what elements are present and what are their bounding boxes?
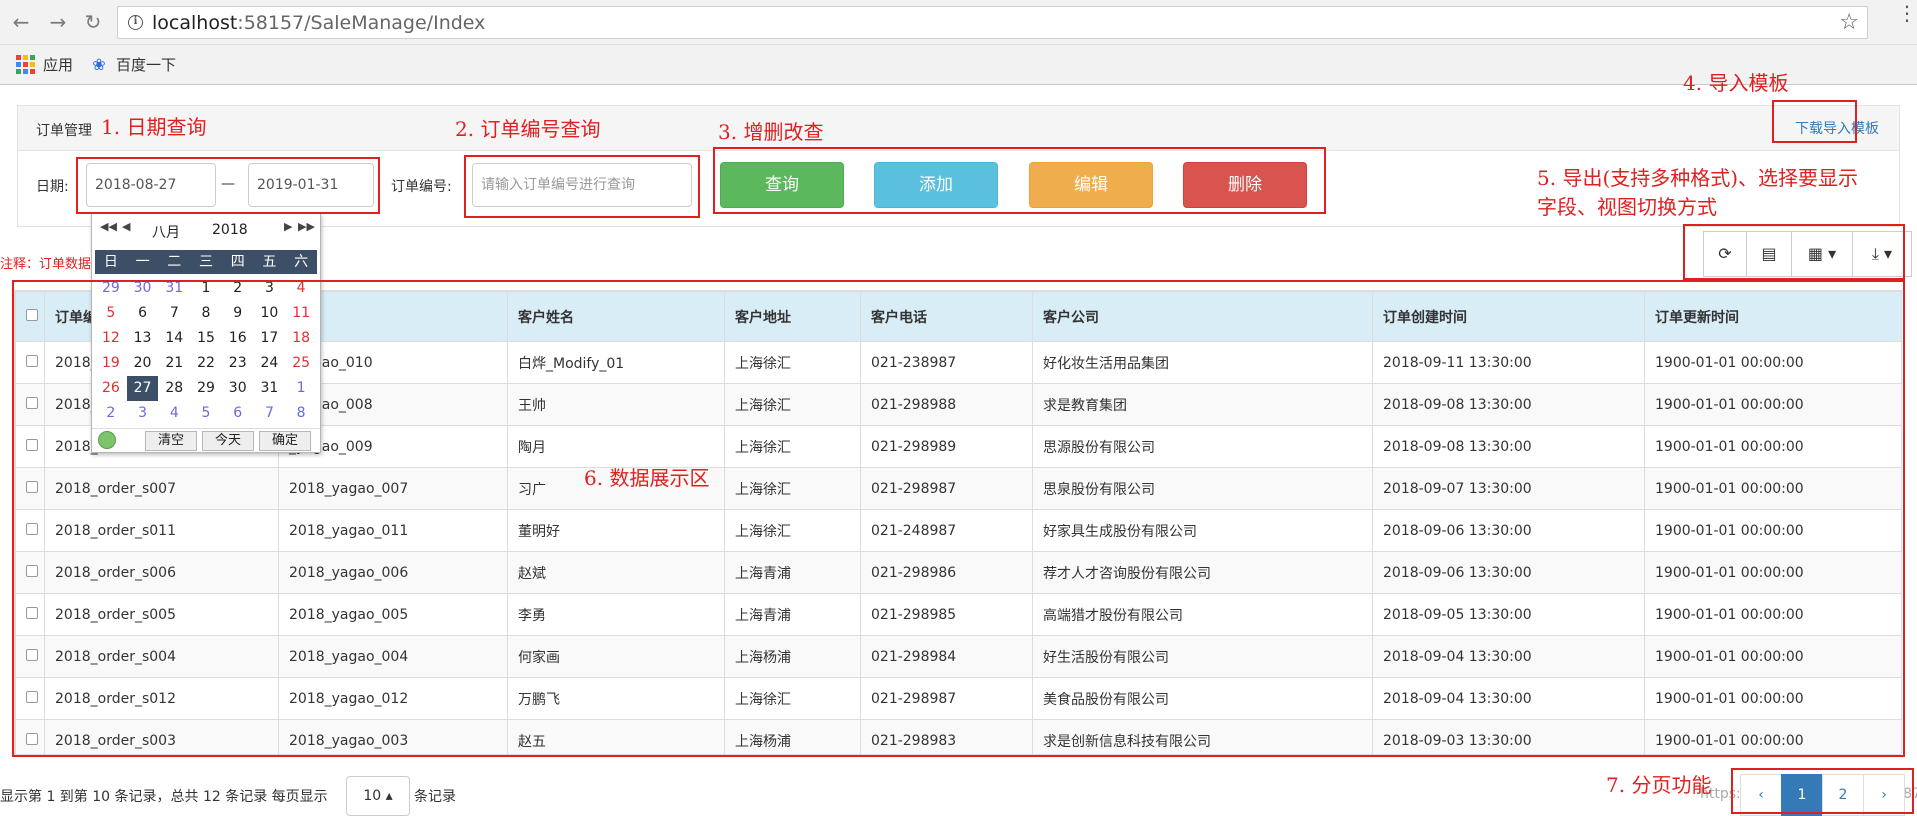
- calendar-weekday: 一: [135, 254, 150, 270]
- next-year-icon[interactable]: ▶▶: [298, 220, 315, 233]
- calendar-weekday-header: 日 一 二三 四 五 六: [95, 250, 317, 274]
- reload-icon[interactable]: ↻: [80, 9, 106, 35]
- calendar-month[interactable]: 八月: [152, 222, 180, 242]
- prev-year-icon[interactable]: ◀◀: [100, 220, 117, 233]
- calendar-weekday: 三: [198, 254, 213, 270]
- order-no-label: 订单编号:: [391, 179, 452, 195]
- annotation-3: 3. 增删改查: [718, 120, 824, 144]
- annotation-box-import: [1772, 100, 1857, 143]
- pagination-suffix: 条记录: [414, 789, 456, 805]
- forward-icon[interactable]: →: [45, 9, 71, 35]
- bookmarks-bar: 应用 ❀ 百度一下: [0, 45, 1917, 85]
- bookmark-apps-label: 应用: [43, 56, 74, 74]
- annotation-box-table: [12, 280, 1905, 757]
- calendar-weekday: 五: [262, 254, 277, 270]
- annotation-1: 1. 日期查询: [101, 115, 207, 139]
- browser-menu-icon[interactable]: ⋮: [1897, 3, 1917, 23]
- next-month-icon[interactable]: ▶: [284, 220, 292, 233]
- browser-toolbar: ← → ↻ i localhost:58157/SaleManage/Index…: [0, 0, 1917, 45]
- info-icon[interactable]: i: [128, 15, 143, 30]
- pagination-info: 显示第 1 到第 10 条记录，总共 12 条记录 每页显示: [0, 789, 328, 805]
- apps-grid-icon: [16, 55, 35, 74]
- baidu-paw-icon: ❀: [92, 54, 106, 74]
- panel-heading: 订单管理 下载导入模板: [18, 106, 1899, 151]
- date-label: 日期:: [36, 179, 69, 195]
- annotation-4: 4. 导入模板: [1683, 71, 1789, 95]
- annotation-box-pager: [1731, 768, 1914, 814]
- calendar-weekday: 二: [167, 254, 182, 270]
- calendar-weekday: 六: [294, 254, 309, 270]
- url-text: localhost:58157/SaleManage/Index: [152, 12, 486, 34]
- bookmark-star-icon[interactable]: ☆: [1839, 10, 1859, 35]
- back-icon[interactable]: ←: [8, 9, 34, 35]
- annotation-box-toolbar: [1683, 224, 1905, 280]
- page-size-value: 10: [363, 788, 382, 804]
- bookmark-baidu[interactable]: ❀ 百度一下: [90, 54, 176, 75]
- annotation-5-line1: 5. 导出(支持多种格式)、选择要显示: [1537, 166, 1859, 190]
- annotation-box-order: [464, 155, 700, 218]
- calendar-weekday: 四: [230, 254, 245, 270]
- annotation-box-date: [76, 157, 380, 214]
- annotation-7: 7. 分页功能: [1606, 773, 1712, 797]
- address-bar[interactable]: i localhost:58157/SaleManage/Index ☆: [117, 6, 1868, 39]
- annotation-box-crud: [713, 147, 1326, 214]
- bookmark-baidu-label: 百度一下: [116, 56, 177, 74]
- annotation-5-line2: 字段、视图切换方式: [1537, 195, 1717, 219]
- prev-month-icon[interactable]: ◀: [122, 220, 130, 233]
- calendar-weekday: 日: [103, 254, 118, 270]
- bookmark-apps[interactable]: 应用: [16, 54, 73, 75]
- calendar-year[interactable]: 2018: [212, 222, 248, 238]
- note-annotation: 注释：订单数据: [0, 257, 92, 272]
- annotation-2: 2. 订单编号查询: [455, 117, 601, 141]
- annotation-6: 6. 数据展示区: [584, 466, 710, 490]
- page-size-dropdown[interactable]: 10 ▴: [346, 776, 410, 816]
- panel-title: 订单管理: [36, 123, 92, 139]
